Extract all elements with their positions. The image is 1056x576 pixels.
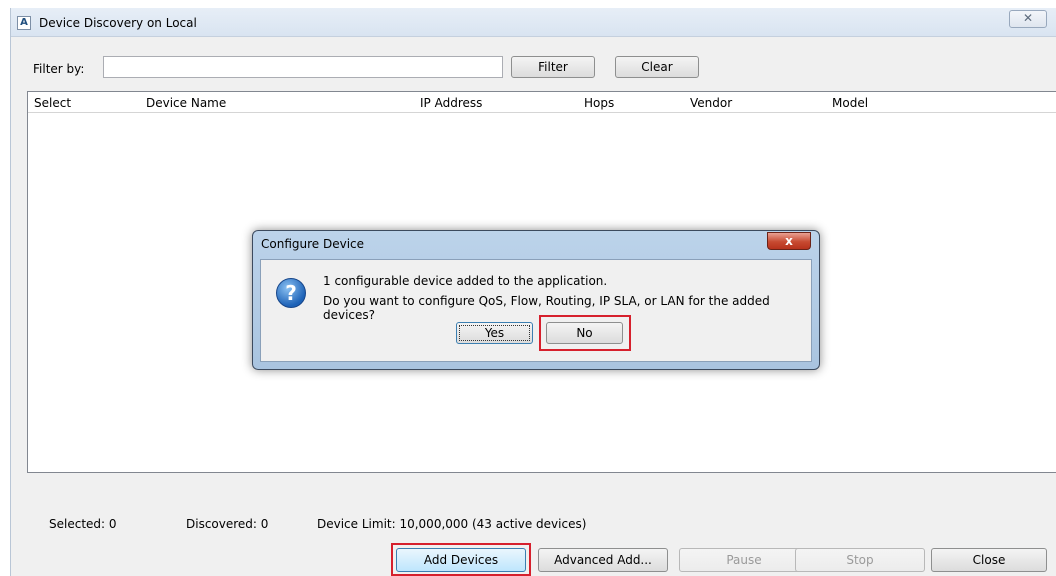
dialog-body: ? 1 configurable device added to the app… — [260, 259, 812, 362]
stop-button[interactable]: Stop — [795, 548, 925, 572]
title-bar[interactable]: A Device Discovery on Local ✕ — [11, 8, 1056, 37]
window-title: Device Discovery on Local — [39, 16, 197, 30]
column-header-vendor[interactable]: Vendor — [690, 96, 732, 110]
device-limit: Device Limit: 10,000,000 (43 active devi… — [317, 517, 587, 531]
dialog-message-line-2: Do you want to configure QoS, Flow, Rout… — [323, 294, 770, 322]
dialog-title: Configure Device — [261, 237, 365, 251]
column-header-model[interactable]: Model — [832, 96, 868, 110]
filter-button[interactable]: Filter — [511, 56, 595, 78]
pause-button[interactable]: Pause — [679, 548, 809, 572]
column-header-hops[interactable]: Hops — [584, 96, 614, 110]
no-button[interactable]: No — [546, 322, 623, 344]
configure-device-dialog: Configure Device x ? 1 configurable devi… — [252, 230, 820, 370]
window-close-button[interactable]: ✕ — [1009, 10, 1047, 28]
clear-button[interactable]: Clear — [615, 56, 699, 78]
question-icon: ? — [276, 278, 306, 308]
yes-button[interactable]: Yes — [456, 322, 533, 344]
filter-label: Filter by: — [33, 62, 85, 76]
dialog-close-button[interactable]: x — [767, 232, 811, 250]
advanced-add-button[interactable]: Advanced Add... — [538, 548, 668, 572]
close-button[interactable]: Close — [931, 548, 1047, 572]
app-icon: A — [17, 16, 31, 30]
column-header-ip-address[interactable]: IP Address — [420, 96, 482, 110]
discovered-count: Discovered: 0 — [186, 517, 269, 531]
table-header: Select Device Name IP Address Hops Vendo… — [28, 92, 1056, 113]
dialog-message-line-1: 1 configurable device added to the appli… — [323, 274, 608, 288]
add-devices-button[interactable]: Add Devices — [396, 548, 526, 572]
filter-input[interactable] — [103, 56, 503, 78]
column-header-select[interactable]: Select — [34, 96, 71, 110]
column-header-device-name[interactable]: Device Name — [146, 96, 226, 110]
selected-count: Selected: 0 — [49, 517, 117, 531]
